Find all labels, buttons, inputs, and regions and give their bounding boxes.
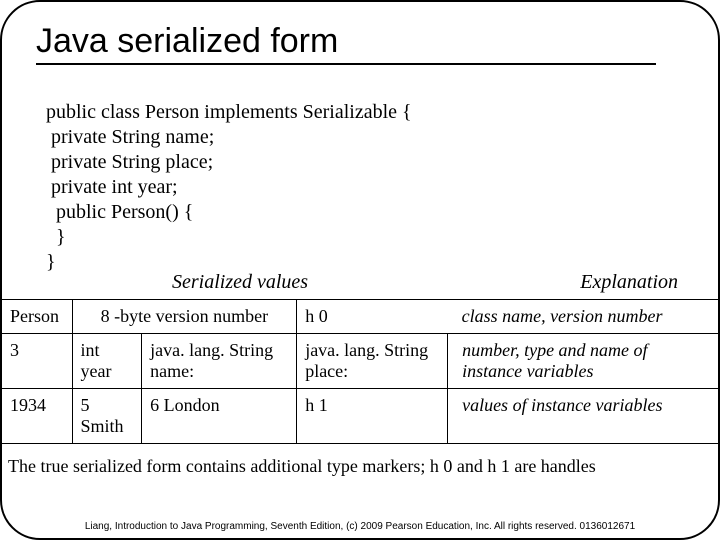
code-line: public Person() {	[46, 201, 193, 223]
cell-classname: Person	[2, 300, 72, 334]
code-block: public class Person implements Serializa…	[46, 75, 718, 275]
code-line: }	[46, 226, 66, 248]
table-row: 1934 5 Smith 6 London h 1 values of inst…	[2, 389, 718, 444]
table-header-labels: Serialized values Explanation	[2, 271, 718, 297]
code-line: public class Person implements Serializa…	[46, 101, 412, 123]
code-line: private int year;	[46, 176, 178, 198]
copyright-footer: Liang, Introduction to Java Programming,…	[2, 521, 718, 532]
cell-version: 8 -byte version number	[72, 300, 297, 334]
cell-value: 5 Smith	[72, 389, 142, 444]
cell-field: java. lang. String place:	[297, 334, 448, 389]
cell-value: 6 London	[142, 389, 297, 444]
code-line: private String place;	[46, 151, 213, 173]
cell-value: 1934	[2, 389, 72, 444]
slide-frame: Java serialized form public class Person…	[0, 0, 720, 540]
table-row: 3 int year java. lang. String name: java…	[2, 334, 718, 389]
cell-count: 3	[2, 334, 72, 389]
cell-field: int year	[72, 334, 142, 389]
cell-field: java. lang. String name:	[142, 334, 297, 389]
cell-handle: h 0	[297, 300, 448, 334]
footnote: The true serialized form contains additi…	[8, 456, 712, 477]
cell-explain: values of instance variables	[448, 389, 718, 444]
cell-explain: number, type and name of instance variab…	[448, 334, 718, 389]
code-line: private String name;	[46, 126, 214, 148]
cell-explain: class name, version number	[448, 300, 718, 334]
explanation-label: Explanation	[580, 271, 678, 294]
cell-value: h 1	[297, 389, 448, 444]
table-row: Person 8 -byte version number h 0 class …	[2, 300, 718, 334]
serialized-values-label: Serialized values	[172, 271, 308, 294]
code-line: }	[46, 251, 56, 273]
serialized-table: Person 8 -byte version number h 0 class …	[2, 299, 718, 444]
slide-title: Java serialized form	[36, 22, 656, 65]
